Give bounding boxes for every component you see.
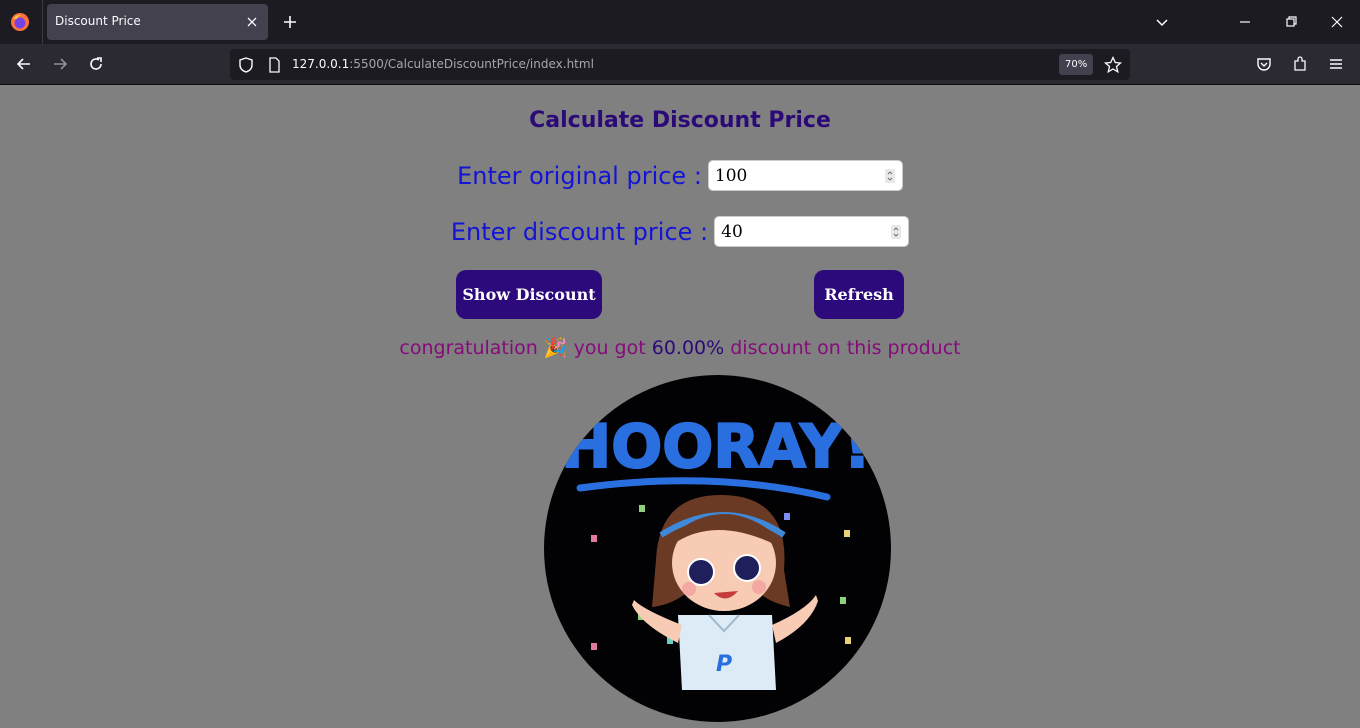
- window-close-icon[interactable]: [1327, 12, 1347, 32]
- spinner-icon[interactable]: [891, 225, 902, 239]
- discount-percent: 60.00%: [651, 337, 725, 359]
- new-tab-icon[interactable]: [280, 12, 300, 32]
- original-price-input[interactable]: 100: [707, 160, 903, 191]
- page-content: Calculate Discount Price Enter original …: [0, 86, 1360, 728]
- hooray-illustration: HOORAY! P: [560, 411, 872, 690]
- page-icon[interactable]: [264, 55, 284, 75]
- extensions-icon[interactable]: [1290, 54, 1310, 74]
- minimize-icon[interactable]: [1235, 12, 1255, 32]
- confetti: [591, 643, 597, 650]
- tab-discount-price[interactable]: Discount Price: [47, 4, 268, 40]
- tab-strip: Discount Price: [0, 0, 1360, 44]
- girl-character: P: [632, 494, 818, 690]
- reload-icon[interactable]: [86, 54, 106, 74]
- spinner-icon[interactable]: [884, 169, 895, 183]
- discount-price-row: Enter discount price : 40: [0, 216, 1360, 247]
- message-suffix: discount on this product: [730, 337, 961, 359]
- discount-price-input[interactable]: 40: [714, 216, 910, 247]
- shield-icon[interactable]: [236, 55, 256, 75]
- message-prefix: congratulation: [399, 337, 538, 359]
- pocket-icon[interactable]: [1254, 54, 1274, 74]
- url-bar[interactable]: 127.0.0.1:5500/CalculateDiscountPrice/in…: [230, 49, 1130, 80]
- party-popper-icon: 🎉: [543, 337, 568, 359]
- message-middle: you got: [573, 337, 646, 359]
- url-text[interactable]: 127.0.0.1:5500/CalculateDiscountPrice/in…: [292, 57, 594, 71]
- forward-arrow-icon[interactable]: [50, 54, 70, 74]
- chevron-down-icon[interactable]: [1152, 12, 1172, 32]
- confetti: [784, 513, 790, 520]
- hooray-text: HOORAY!: [561, 412, 871, 482]
- hooray-image: HOORAY! P: [544, 375, 891, 722]
- confetti: [845, 637, 851, 644]
- refresh-button[interactable]: Refresh: [814, 270, 904, 319]
- discount-price-value: 40: [721, 222, 743, 242]
- confetti: [639, 505, 645, 512]
- url-host: 127.0.0.1: [292, 57, 350, 71]
- back-arrow-icon[interactable]: [14, 54, 34, 74]
- zoom-badge[interactable]: 70%: [1059, 54, 1094, 75]
- confetti: [840, 597, 846, 604]
- bookmark-star-icon[interactable]: [1103, 55, 1123, 75]
- banner-underline: [576, 477, 831, 501]
- original-price-label: Enter original price :: [457, 161, 702, 190]
- discount-price-label: Enter discount price :: [450, 217, 709, 246]
- confetti: [591, 535, 597, 542]
- navigation-bar: 127.0.0.1:5500/CalculateDiscountPrice/in…: [0, 44, 1360, 85]
- restore-icon[interactable]: [1281, 12, 1301, 32]
- page-title: Calculate Discount Price: [529, 108, 831, 133]
- close-icon[interactable]: [244, 14, 260, 30]
- show-discount-button[interactable]: Show Discount: [456, 270, 602, 319]
- tab-separator: [42, 0, 43, 44]
- confetti: [844, 530, 850, 537]
- original-price-value: 100: [714, 166, 748, 186]
- result-message: congratulation 🎉 you got 60.00% discount…: [0, 336, 1360, 359]
- tab-title: Discount Price: [55, 14, 141, 28]
- menu-icon[interactable]: [1326, 54, 1346, 74]
- url-path: :5500/CalculateDiscountPrice/index.html: [349, 57, 594, 71]
- shirt-logo: P: [716, 652, 732, 677]
- firefox-icon[interactable]: [10, 12, 30, 32]
- original-price-row: Enter original price : 100: [0, 160, 1360, 191]
